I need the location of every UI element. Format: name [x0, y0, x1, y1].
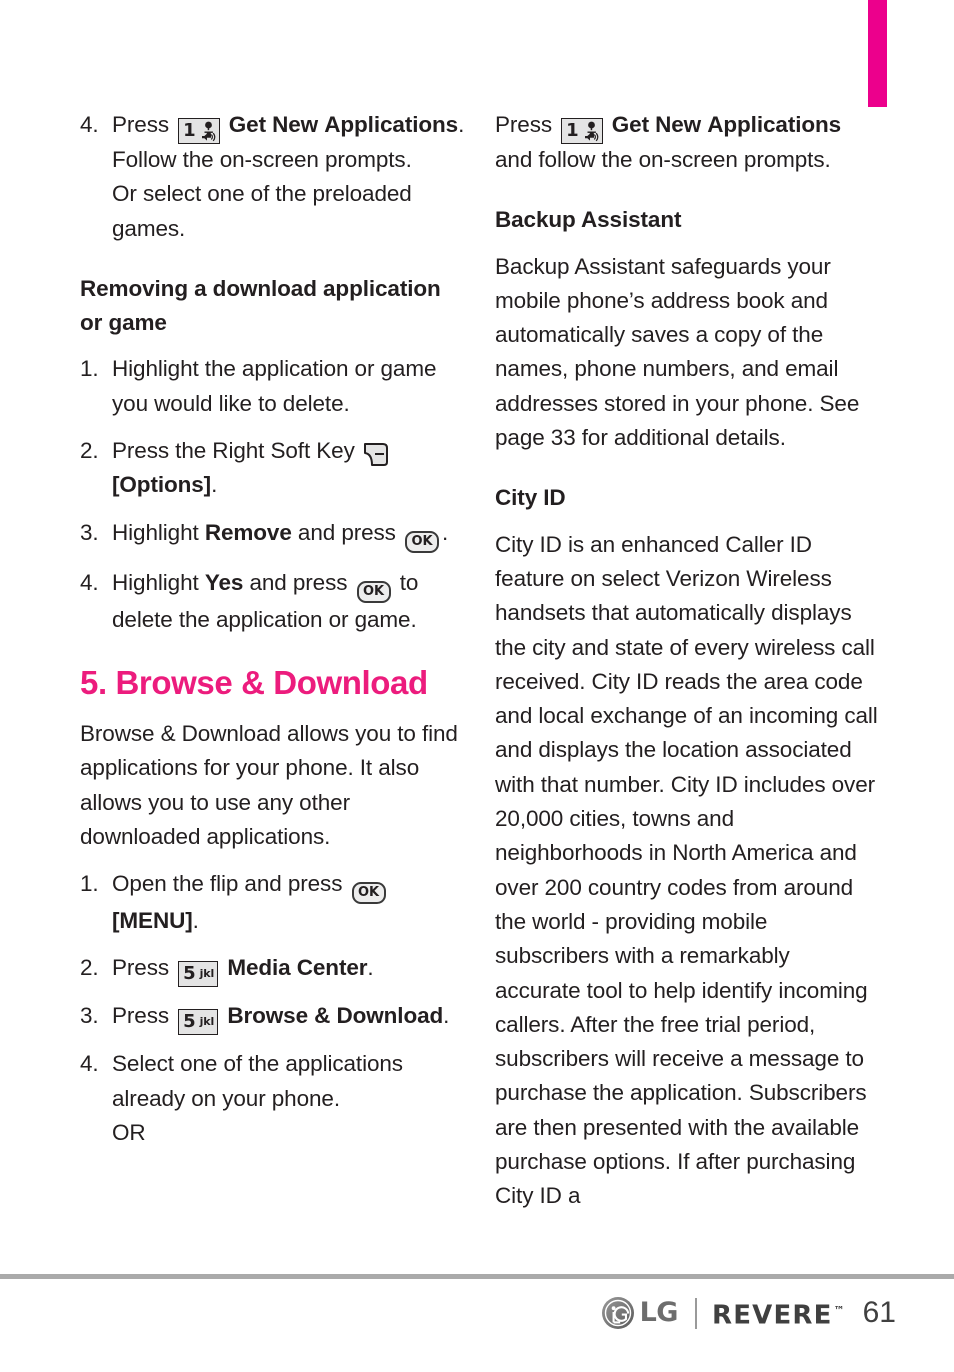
step-bold-text: Media Center	[227, 955, 368, 981]
step-text: .	[367, 955, 374, 981]
section-heading-city-id: City ID	[495, 485, 566, 511]
step-number: 2.	[80, 438, 99, 464]
step-text-alt: Or select one of the preloaded games.	[112, 181, 412, 241]
step-bold-text: Applications	[707, 112, 842, 137]
ok-key-icon: OK	[405, 530, 439, 553]
lg-logo-icon	[601, 1296, 635, 1330]
voicemail-glyph-icon	[199, 120, 216, 142]
step-bold-text: Remove	[204, 519, 292, 545]
step-text: Highlight the application or game you wo…	[112, 356, 437, 416]
key-5-jkl-icon: 5 jkl	[178, 961, 219, 988]
step-bold-text: Get New	[611, 112, 702, 137]
step-number: 4.	[80, 569, 99, 595]
step-bold-text: [MENU]	[112, 908, 193, 934]
step-number: 2.	[80, 955, 99, 981]
ok-key-icon: OK	[356, 580, 391, 603]
footer-separator	[694, 1297, 697, 1329]
step-text: Highlight	[112, 519, 199, 545]
lg-wordmark: LG	[639, 1297, 679, 1328]
list-item: 1. Highlight the application or game you…	[80, 352, 465, 421]
step-text: and press	[249, 569, 348, 595]
trademark-symbol: ™	[833, 1303, 845, 1317]
step-text: and follow the on-screen prompts.	[495, 147, 831, 172]
list-item: 3. Press 5 jkl Browse & Download.	[80, 999, 465, 1036]
list-item: 4. Press 1 Get New Applications. Follow …	[80, 108, 465, 246]
page-footer: LG REVERE™ 61	[0, 1286, 954, 1356]
key-5-jkl-icon: 5 jkl	[178, 1009, 219, 1036]
step-bold-text: Get New	[228, 112, 319, 137]
section-heading-backup-assistant: Backup Assistant	[495, 207, 682, 233]
step-bold-text: [Options]	[112, 472, 212, 498]
step-text: .	[192, 908, 199, 934]
chapter-tab-marker	[868, 0, 887, 107]
list-item: 3. Highlight Remove and press OK.	[80, 516, 465, 553]
step-text: .	[442, 519, 449, 545]
page-content: 4. Press 1 Get New Applications. Follow …	[0, 108, 954, 1258]
step-number: 4.	[80, 1051, 99, 1077]
step-text: Press	[112, 1003, 170, 1029]
step-bold-text: Yes	[204, 569, 244, 595]
chapter-intro-paragraph: Browse & Download allows you to find app…	[80, 720, 458, 849]
step-number: 4.	[80, 112, 99, 137]
key-1-voicemail-icon: 1	[178, 118, 220, 144]
footer-divider-rule	[0, 1274, 954, 1279]
right-soft-key-icon	[363, 442, 389, 467]
backup-assistant-paragraph: Backup Assistant safeguards your mobile …	[495, 253, 860, 451]
ok-key-icon: OK	[351, 882, 386, 905]
step-text: Highlight	[112, 569, 199, 595]
step-text: Open the flip and press	[112, 871, 343, 897]
step-text: Press the Right Soft Key	[112, 438, 355, 464]
step-bold-text: Browse & Download	[227, 1003, 444, 1029]
step-text: Select one of the applications already o…	[112, 1051, 403, 1111]
step-text: .	[443, 1003, 450, 1029]
list-item: 4. Highlight Yes and press OK to delete …	[80, 566, 465, 637]
voicemail-glyph-icon	[582, 120, 599, 142]
step-number: 3.	[80, 1003, 99, 1029]
step-text-alt: OR	[112, 1120, 146, 1146]
page-number: 61	[862, 1296, 896, 1329]
step-text: Press	[112, 112, 170, 137]
step-number: 1.	[80, 356, 99, 382]
list-item: 4. Select one of the applications alread…	[80, 1047, 465, 1150]
right-column: Press 1 Get New Applications and follow …	[495, 108, 880, 1227]
list-item: 2. Press 5 jkl Media Center.	[80, 951, 465, 988]
step-text: .	[211, 472, 218, 498]
step-bold-text: Applications	[324, 112, 459, 137]
continued-step-paragraph: Press 1 Get New Applications and follow …	[495, 108, 880, 177]
chapter-heading: 5. Browse & Download	[80, 663, 428, 701]
list-item: 1. Open the flip and press OK [MENU].	[80, 867, 465, 938]
city-id-paragraph: City ID is an enhanced Caller ID feature…	[495, 531, 878, 1209]
list-item: 2. Press the Right Soft Key [Options].	[80, 434, 465, 503]
left-column: 4. Press 1 Get New Applications. Follow …	[80, 108, 465, 1150]
key-1-voicemail-icon: 1	[561, 118, 603, 144]
step-number: 1.	[80, 871, 99, 897]
model-wordmark: REVERE™	[711, 1300, 845, 1331]
step-text: and press	[297, 519, 396, 545]
step-text: Press	[112, 955, 170, 981]
section-heading-removing: Removing a download application or game	[80, 275, 441, 336]
step-text: Press	[495, 112, 553, 137]
step-number: 3.	[80, 519, 99, 545]
